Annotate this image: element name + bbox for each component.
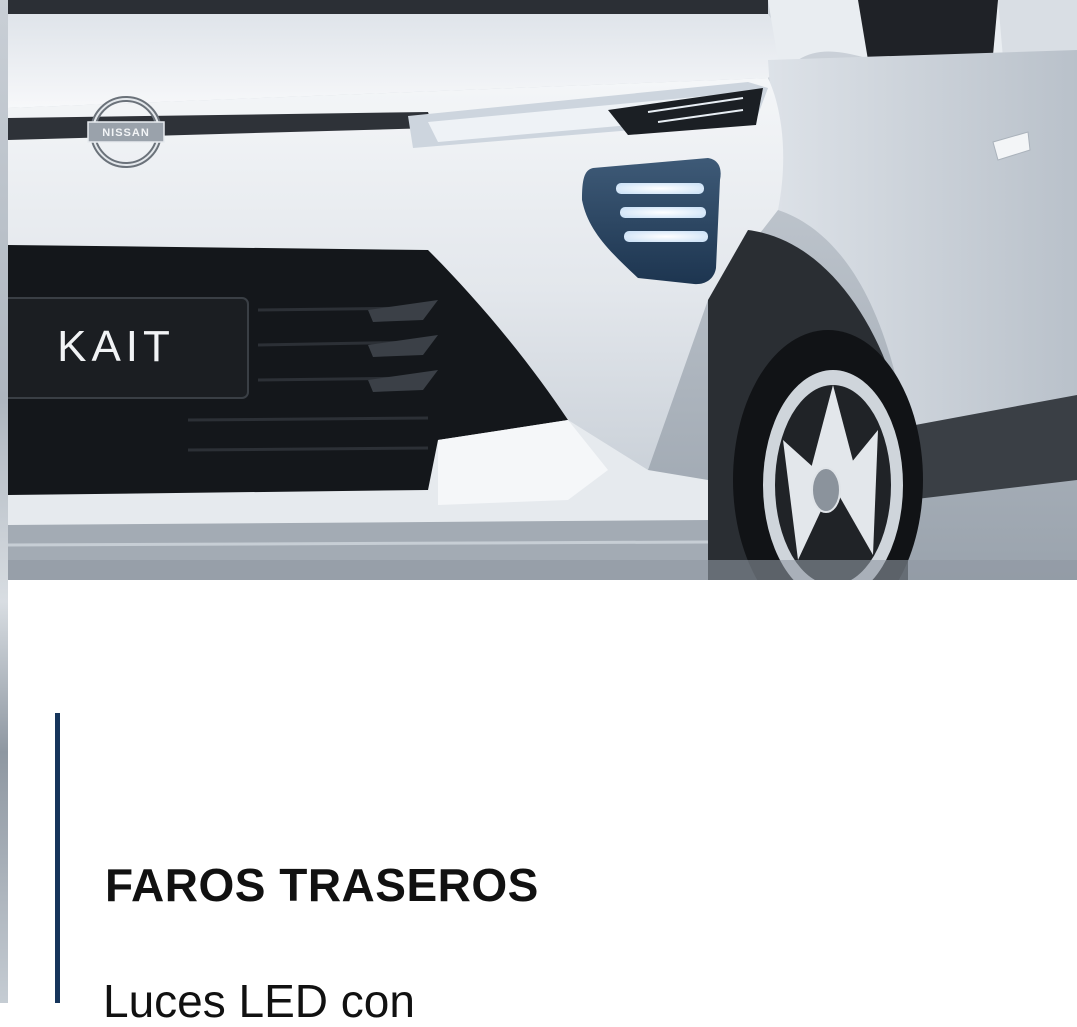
car-front-illustration: NISSAN KAIT [8, 0, 1077, 580]
feature-title: FAROS TRASEROS [105, 859, 539, 911]
feature-section: FAROS TRASEROS Luces LED con [0, 580, 1077, 1024]
feature-description: Luces LED con [103, 975, 415, 1027]
license-plate: KAIT [8, 297, 249, 399]
nissan-badge-text: NISSAN [102, 127, 150, 139]
accent-bar [55, 713, 60, 1003]
hero-image: NISSAN KAIT [8, 0, 1077, 580]
plate-text: KAIT [57, 322, 175, 371]
